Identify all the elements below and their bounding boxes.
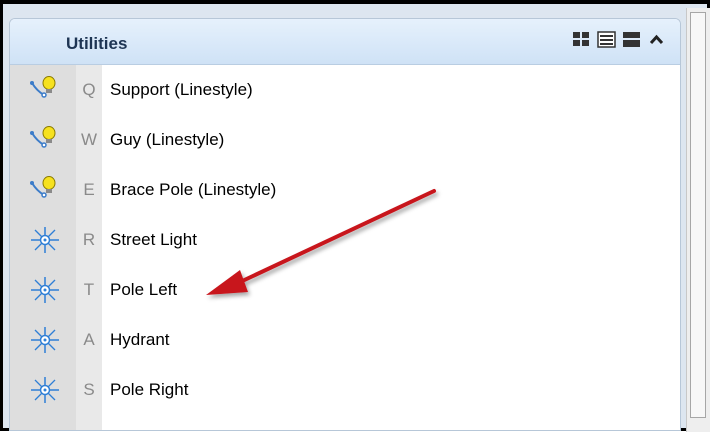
tool-label: Guy (Linestyle)	[110, 130, 225, 149]
shortcut-key: Q	[82, 80, 96, 99]
tool-label: Pole Left	[110, 280, 178, 299]
cell-placement-icon	[29, 325, 61, 355]
linestyle-bulb-icon	[29, 125, 61, 155]
window-frame: Utilities Q Support (Linestyle) W Guy (L…	[0, 0, 710, 432]
tool-label: Pole Right	[110, 380, 189, 399]
panel-header[interactable]: Utilities	[10, 19, 680, 65]
linestyle-bulb-icon	[29, 75, 61, 105]
tool-item-street-light[interactable]: R Street Light	[10, 215, 680, 265]
tool-label: Brace Pole (Linestyle)	[110, 180, 277, 199]
tool-item-support-linestyle[interactable]: Q Support (Linestyle)	[10, 65, 680, 115]
large-icons-view-icon[interactable]	[572, 31, 591, 48]
tool-label: Support (Linestyle)	[110, 80, 253, 99]
shortcut-key: R	[82, 230, 96, 249]
tool-item-brace-pole-linestyle[interactable]: E Brace Pole (Linestyle)	[10, 165, 680, 215]
tool-item-pole-left[interactable]: T Pole Left	[10, 265, 680, 315]
view-toolbar	[572, 31, 666, 48]
utilities-panel: Utilities Q Support (Linestyle) W Guy (L…	[9, 18, 681, 431]
vertical-scrollbar[interactable]	[686, 8, 710, 432]
cell-placement-icon	[29, 375, 61, 405]
cell-placement-icon	[29, 225, 61, 255]
tool-item-hydrant[interactable]: A Hydrant	[10, 315, 680, 365]
tool-label: Street Light	[110, 230, 197, 249]
shortcut-key: T	[83, 280, 95, 299]
panel-title: Utilities	[66, 34, 128, 53]
tool-label: Hydrant	[110, 330, 170, 349]
tool-item-pole-right[interactable]: S Pole Right	[10, 365, 680, 415]
linestyle-bulb-icon	[29, 175, 61, 205]
shortcut-key: E	[83, 180, 95, 199]
scrollbar-thumb[interactable]	[690, 12, 706, 418]
list-view-icon[interactable]	[597, 31, 616, 48]
detail-view-icon[interactable]	[622, 31, 641, 48]
collapse-chevron-icon[interactable]	[647, 31, 666, 48]
tool-item-guy-linestyle[interactable]: W Guy (Linestyle)	[10, 115, 680, 165]
cell-placement-icon	[29, 275, 61, 305]
tool-list: Q Support (Linestyle) W Guy (Linestyle)	[10, 65, 680, 430]
shortcut-key: A	[83, 330, 95, 349]
shortcut-key: S	[83, 380, 95, 399]
shortcut-key: W	[80, 130, 98, 149]
